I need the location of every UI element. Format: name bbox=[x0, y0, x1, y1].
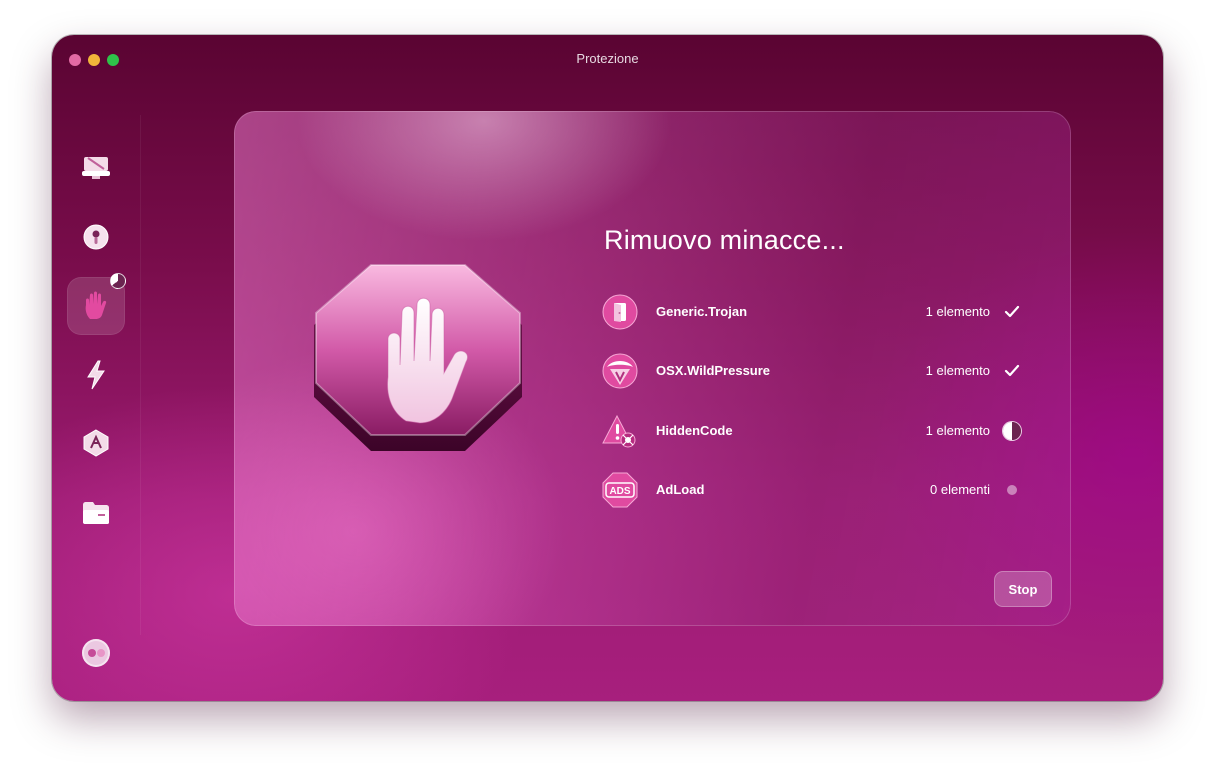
sidebar-item-my-clutter[interactable] bbox=[74, 491, 118, 535]
threat-row-hiddencode: HiddenCode 1 elemento bbox=[602, 411, 1022, 451]
stop-button[interactable]: Stop bbox=[994, 571, 1052, 607]
progress-pie-icon bbox=[1002, 421, 1022, 441]
sidebar-item-smart-care[interactable] bbox=[74, 146, 118, 190]
sidebar-item-protection[interactable] bbox=[67, 273, 126, 335]
trojan-door-icon bbox=[602, 294, 638, 330]
monitor-icon bbox=[82, 157, 110, 179]
threat-count: 1 elemento bbox=[925, 423, 990, 438]
ads-icon-label: ADS bbox=[609, 486, 630, 497]
hidden-code-warning-icon bbox=[602, 414, 636, 448]
threat-name: HiddenCode bbox=[656, 423, 733, 438]
pending-dot-icon bbox=[1002, 480, 1022, 500]
sidebar-item-applications[interactable] bbox=[74, 421, 118, 465]
threat-name: OSX.WildPressure bbox=[656, 363, 771, 378]
check-icon bbox=[1002, 361, 1022, 381]
threat-name: Generic.Trojan bbox=[656, 304, 748, 319]
stop-hand-icon bbox=[314, 264, 522, 451]
window-title: Protezione bbox=[576, 51, 639, 66]
app-window: Protezione Rimuovo minacce... Generic.Tr… bbox=[52, 35, 1163, 701]
threat-count: 1 elemento bbox=[925, 363, 990, 378]
threat-row-adload: ADS AdLoad 0 elementi bbox=[602, 470, 1022, 510]
assistant-button[interactable] bbox=[82, 639, 110, 667]
ads-icon: ADS bbox=[602, 472, 638, 508]
sidebar-divider bbox=[140, 115, 141, 635]
protection-progress-indicator bbox=[110, 273, 126, 289]
threat-name: AdLoad bbox=[656, 482, 705, 497]
page-title: Rimuovo minacce... bbox=[604, 225, 845, 255]
malware-v-icon bbox=[602, 353, 638, 389]
sidebar-item-performance[interactable] bbox=[74, 353, 118, 397]
threat-row-osx-wildpressure: OSX.WildPressure 1 elemento bbox=[602, 351, 1022, 391]
main-panel: Rimuovo minacce... Generic.Trojan 1 elem… bbox=[234, 111, 1071, 626]
sidebar-item-cleanup[interactable] bbox=[74, 215, 118, 259]
threat-row-generic-trojan: Generic.Trojan 1 elemento bbox=[602, 292, 1022, 332]
apps-icon bbox=[83, 429, 109, 457]
check-icon bbox=[1002, 302, 1022, 322]
hand-icon bbox=[85, 291, 107, 319]
disk-icon bbox=[83, 224, 109, 250]
threat-count: 0 elementi bbox=[930, 482, 990, 497]
bolt-icon bbox=[87, 360, 105, 390]
threat-count: 1 elemento bbox=[925, 304, 990, 319]
folder-icon bbox=[83, 502, 109, 524]
